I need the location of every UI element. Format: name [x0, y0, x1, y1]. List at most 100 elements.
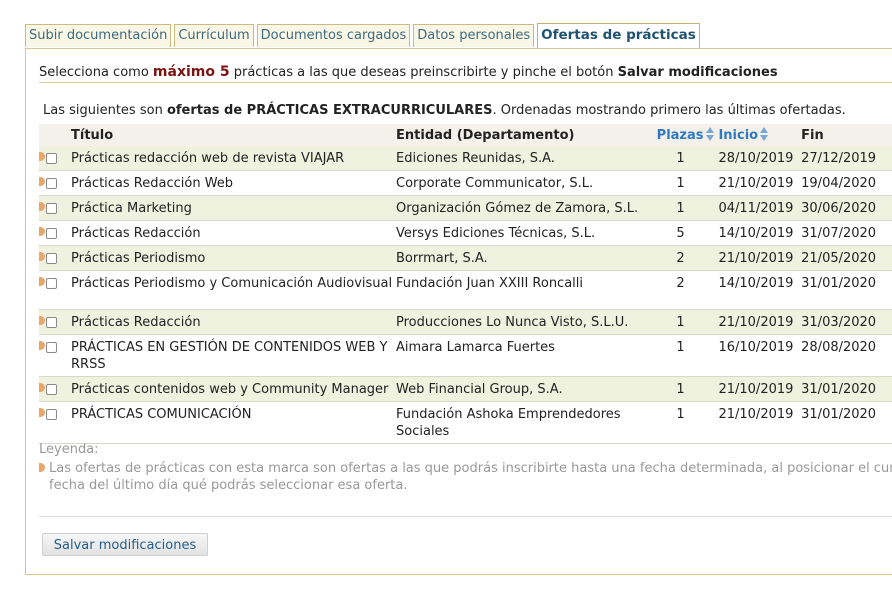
offer-title: Prácticas Redacción — [71, 315, 201, 330]
select-cell — [39, 401, 71, 444]
offer-end-cell: 30/06/2020 — [801, 195, 892, 221]
offer-end: 27/12/2019 — [801, 151, 877, 166]
tab-3[interactable]: Datos personales — [413, 24, 535, 47]
intro-text: Selecciona como — [39, 65, 153, 80]
select-wrapper — [39, 335, 71, 359]
offer-start-cell: 14/10/2019 — [718, 220, 802, 246]
offer-start: 14/10/2019 — [718, 226, 794, 241]
deadline-marker-icon — [39, 152, 45, 161]
deadline-marker-icon — [39, 252, 45, 261]
offers-table: Título Entidad (Departamento) Plazas Ini… — [39, 124, 892, 444]
table-row: Prácticas redacción web de revista VIAJA… — [39, 146, 892, 171]
offer-end-cell: 31/01/2020 — [801, 270, 892, 310]
offer-start-cell: 14/10/2019 — [718, 270, 802, 310]
offer-checkbox[interactable] — [46, 228, 57, 239]
deadline-marker-icon — [39, 316, 45, 325]
offer-end: 30/06/2020 — [801, 201, 877, 216]
offer-checkbox[interactable] — [46, 203, 57, 214]
offer-title: Prácticas Redacción — [71, 226, 201, 241]
offer-places: 1 — [676, 151, 685, 166]
offer-checkbox[interactable] — [46, 342, 57, 353]
offer-entity: Borrmart, S.A. — [396, 251, 488, 266]
offer-places: 1 — [676, 382, 685, 397]
offer-entity: Organización Gómez de Zamora, S.L. — [396, 201, 639, 216]
deadline-marker-icon — [39, 202, 45, 211]
offer-title-cell: Prácticas Redacción Web — [71, 170, 397, 196]
offer-entity: Corporate Communicator, S.L. — [396, 176, 594, 191]
end-header: Fin — [801, 124, 892, 146]
select-cell — [39, 220, 71, 246]
divider — [39, 516, 892, 517]
select-wrapper — [39, 377, 71, 401]
offer-title-cell: PRÁCTICAS COMUNICACIÓN — [71, 401, 397, 444]
table-row: Prácticas contenidos web y Community Man… — [39, 376, 892, 402]
tab-4[interactable]: Ofertas de prácticas — [537, 23, 700, 48]
offer-places: 5 — [676, 226, 685, 241]
tab-1[interactable]: Currículum — [174, 24, 254, 47]
desc-text-2: . Ordenadas mostrando primero las última… — [492, 103, 846, 118]
offer-start: 21/10/2019 — [718, 176, 794, 191]
offer-entity-cell: Aimara Lamarca Fuertes — [396, 334, 657, 377]
deadline-marker-icon — [39, 227, 45, 236]
select-cell — [39, 270, 71, 310]
offer-places-cell: 1 — [656, 146, 719, 171]
sort-arrows-icon — [705, 127, 714, 141]
places-sort-header[interactable]: Plazas — [656, 124, 719, 146]
offer-entity: Web Financial Group, S.A. — [396, 382, 563, 397]
offer-entity-cell: Corporate Communicator, S.L. — [396, 170, 657, 196]
offer-places-cell: 2 — [656, 245, 719, 271]
offer-start-cell: 21/10/2019 — [718, 309, 802, 335]
select-header — [39, 124, 71, 146]
offer-start-cell: 21/10/2019 — [718, 245, 802, 271]
offer-start: 04/11/2019 — [718, 201, 794, 216]
offer-checkbox[interactable] — [46, 384, 57, 395]
tab-0[interactable]: Subir documentación — [25, 24, 172, 47]
offer-checkbox[interactable] — [46, 278, 57, 289]
offer-places: 1 — [676, 340, 685, 355]
offer-entity: Ediciones Reunidas, S.A. — [396, 151, 555, 166]
offer-start: 28/10/2019 — [718, 151, 794, 166]
offer-places: 1 — [676, 407, 685, 422]
offer-start-cell: 04/11/2019 — [718, 195, 802, 221]
offer-entity: Producciones Lo Nunca Visto, S.L.U. — [396, 315, 629, 330]
offer-end-cell: 19/04/2020 — [801, 170, 892, 196]
offer-checkbox[interactable] — [46, 253, 57, 264]
select-wrapper — [39, 310, 71, 334]
table-row: Prácticas Periodismo y Comunicación Audi… — [39, 270, 892, 310]
table-row: Prácticas Redacción Producciones Lo Nunca… — [39, 309, 892, 335]
offer-end-cell: 28/08/2020 — [801, 334, 892, 377]
table-row: PRÁCTICAS EN GESTIÓN DE CONTENIDOS WEB Y… — [39, 334, 892, 377]
offer-title: Práctica Marketing — [71, 201, 192, 216]
select-cell — [39, 170, 71, 196]
tab-2[interactable]: Documentos cargados — [256, 24, 411, 47]
offer-checkbox[interactable] — [46, 153, 57, 164]
table-row: Práctica Marketing Organización Gómez de … — [39, 195, 892, 221]
offer-places-cell: 1 — [656, 170, 719, 196]
offer-start: 21/10/2019 — [718, 382, 794, 397]
offer-title-cell: Prácticas contenidos web y Community Man… — [71, 376, 397, 402]
save-changes-button[interactable]: Salvar modificaciones — [42, 533, 208, 556]
start-sort-header[interactable]: Inicio — [718, 124, 802, 146]
offer-entity: Fundación Ashoka Emprendedores Sociales — [396, 407, 621, 439]
sort-arrows-icon — [760, 127, 769, 141]
offer-entity-cell: Fundación Juan XXIII Roncalli — [396, 270, 657, 310]
select-cell — [39, 146, 71, 171]
offer-checkbox[interactable] — [46, 178, 57, 189]
offer-checkbox[interactable] — [46, 409, 57, 420]
select-cell — [39, 334, 71, 377]
select-wrapper — [39, 146, 71, 170]
offer-entity: Versys Ediciones Técnicas, S.L. — [396, 226, 596, 241]
max-selection: máximo 5 — [152, 64, 230, 80]
table-row: Prácticas Redacción Web Corporate Communi… — [39, 170, 892, 196]
offers-panel: Selecciona como máximo 5 prácticas a las… — [25, 48, 892, 575]
offer-start-cell: 21/10/2019 — [718, 376, 802, 402]
offer-start: 21/10/2019 — [718, 407, 794, 422]
offer-checkbox[interactable] — [46, 317, 57, 328]
offer-places-cell: 1 — [656, 376, 719, 402]
offer-places: 2 — [676, 251, 685, 266]
offer-end-cell: 31/03/2020 — [801, 309, 892, 335]
offer-start: 21/10/2019 — [718, 315, 794, 330]
offer-places-cell: 1 — [656, 401, 719, 444]
offer-places-cell: 1 — [656, 309, 719, 335]
select-cell — [39, 245, 71, 271]
